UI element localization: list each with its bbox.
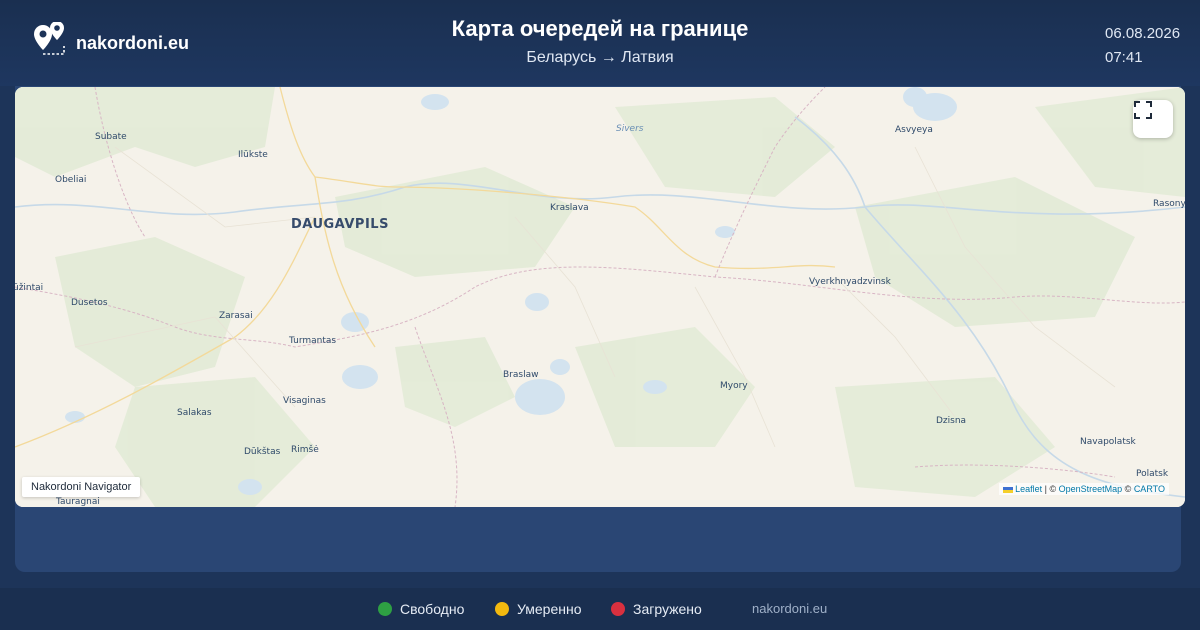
page-title: Карта очередей на границе: [451, 16, 749, 41]
leaflet-link[interactable]: Leaflet: [1015, 484, 1042, 494]
navigator-label: Nakordoni Navigator: [22, 477, 141, 497]
legend-label: Свободно: [400, 601, 465, 617]
map[interactable]: Subate Ilūkste Obeliai DAUGAVPILS Krasla…: [15, 87, 1185, 507]
datetime: 06.08.2026 07:41: [1105, 22, 1180, 70]
status-dot-icon: [495, 602, 509, 616]
carto-link[interactable]: CARTO: [1134, 484, 1165, 494]
attribution-sep1: | ©: [1042, 484, 1059, 494]
status-dot-icon: [611, 602, 625, 616]
place-polatsk: Polatsk: [1136, 469, 1169, 479]
time: 07:41: [1105, 49, 1143, 66]
place-rimse: Rimšė: [291, 445, 319, 455]
footer-site[interactable]: nakordoni.eu: [752, 601, 827, 616]
footer: Свободно Умеренно Загружено nakordoni.eu: [0, 588, 1200, 630]
fullscreen-icon: [1134, 101, 1152, 119]
map-tiles[interactable]: [15, 87, 1185, 507]
place-sivers: Sivers: [616, 124, 644, 134]
place-ilukste: Ilūkste: [238, 150, 268, 160]
attribution-sep2: ©: [1122, 484, 1134, 494]
place-braslaw: Braslaw: [503, 370, 539, 380]
place-turmantas: Turmantas: [289, 336, 337, 346]
place-asvyeya: Asvyeya: [895, 125, 933, 135]
place-salakas: Salakas: [177, 408, 212, 418]
place-verkhnyadzvinsk: Vyerkhnyadzvinsk: [809, 277, 891, 287]
place-dusetos: Dusetos: [71, 298, 108, 308]
place-daugavpils: DAUGAVPILS: [291, 217, 389, 232]
place-tauragnai: Tauragnai: [56, 497, 100, 507]
place-visaginas: Visaginas: [283, 396, 326, 406]
header: nakordoni.eu Карта очередей на границе Б…: [0, 0, 1200, 86]
place-uzintai: ūžintai: [15, 283, 44, 293]
place-rasony: Rasony: [1153, 199, 1185, 209]
route-subtitle: Беларусь → Латвия: [526, 49, 674, 66]
fullscreen-button[interactable]: [1133, 100, 1173, 138]
status-dot-icon: [378, 602, 392, 616]
legend-moderate: Умеренно: [495, 601, 582, 617]
place-dukstas: Dūkštas: [244, 447, 281, 457]
place-kraslava: Kraslava: [550, 203, 589, 213]
place-dzisna: Dzisna: [936, 416, 967, 426]
place-zarasai: Zarasai: [219, 311, 253, 321]
ukraine-flag-icon: [1003, 486, 1014, 493]
osm-link[interactable]: OpenStreetMap: [1059, 484, 1123, 494]
legend-free: Свободно: [378, 601, 464, 617]
legend-label: Загружено: [633, 601, 702, 617]
place-obeliai: Obeliai: [55, 175, 87, 185]
place-subate: Subate: [95, 132, 127, 142]
place-navapolatsk: Navapolatsk: [1080, 437, 1136, 447]
map-attribution: Leaflet | © OpenStreetMap © CARTO: [999, 483, 1169, 495]
legend-label: Умеренно: [517, 601, 582, 617]
legend-busy: Загружено: [611, 601, 702, 617]
place-myory: Myory: [720, 381, 748, 391]
date: 06.08.2026: [1105, 25, 1181, 42]
